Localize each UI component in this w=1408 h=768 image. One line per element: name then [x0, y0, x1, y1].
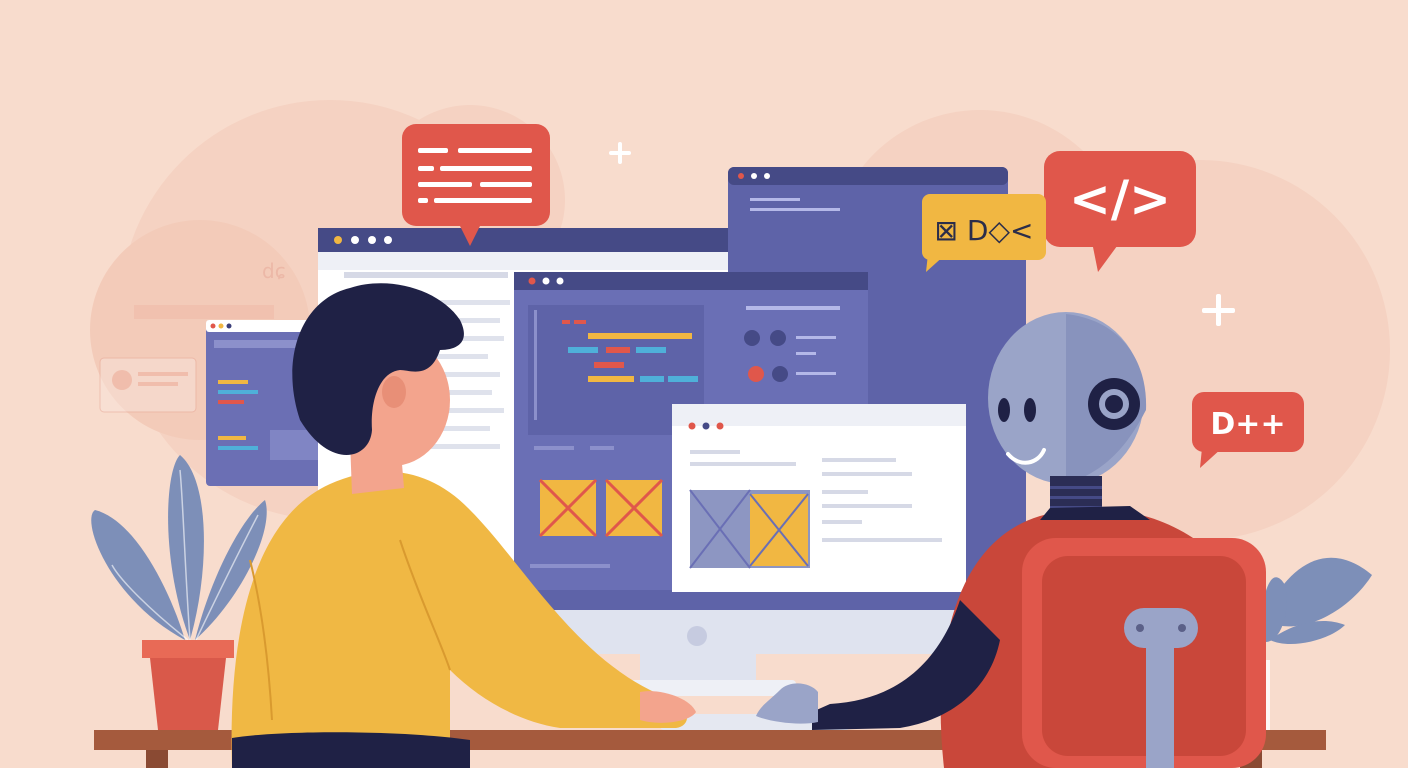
symbol-bubble-text: ⊠ D◇< — [935, 214, 1034, 247]
language-bubble-text: D++ — [1210, 407, 1285, 442]
headphone-ear-icon — [1088, 378, 1140, 430]
svg-text:dɕ: dɕ — [262, 259, 286, 283]
code-brackets-icon: </> — [1069, 170, 1171, 228]
illustration-scene: dɕ </> ⊠ D◇< D++ — [0, 0, 1408, 768]
preview-window — [672, 404, 966, 592]
